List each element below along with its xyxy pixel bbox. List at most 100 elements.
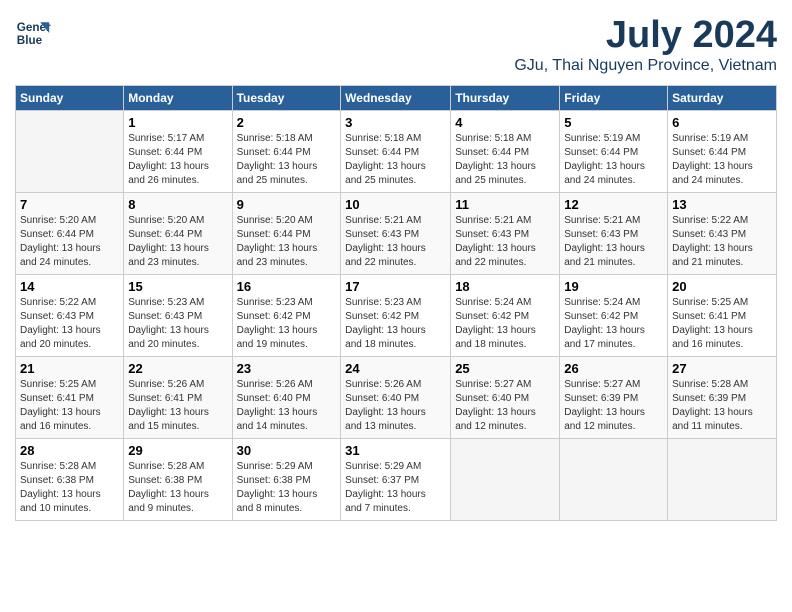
day-number: 8	[128, 197, 227, 212]
day-number: 27	[672, 361, 772, 376]
day-info: Sunrise: 5:27 AM Sunset: 6:40 PM Dayligh…	[455, 378, 555, 434]
weekday-header-saturday: Saturday	[668, 85, 777, 110]
day-cell: 3Sunrise: 5:18 AM Sunset: 6:44 PM Daylig…	[341, 110, 451, 192]
day-info: Sunrise: 5:27 AM Sunset: 6:39 PM Dayligh…	[564, 378, 663, 434]
day-number: 21	[20, 361, 119, 376]
day-cell: 2 Sunrise: 5:18 AM Sunset: 6:44 PM Daylig…	[232, 110, 341, 192]
svg-text:Blue: Blue	[17, 34, 43, 47]
weekday-header-wednesday: Wednesday	[341, 85, 451, 110]
day-info: Sunrise: 5:24 AM Sunset: 6:42 PM Dayligh…	[455, 296, 555, 352]
day-number: 24	[345, 361, 446, 376]
week-row-1: 1 Sunrise: 5:17 AM Sunset: 6:44 PM Daylig…	[16, 110, 777, 192]
day-cell: 31 Sunrise: 5:29 AM Sunset: 6:37 PM Dayli…	[341, 438, 451, 520]
day-cell: 13Sunrise: 5:22 AM Sunset: 6:43 PM Dayli…	[668, 192, 777, 274]
day-info: Sunrise: 5:26 AM Sunset: 6:41 PM Dayligh…	[128, 378, 227, 434]
day-cell: 28 Sunrise: 5:28 AM Sunset: 6:38 PM Dayli…	[16, 438, 124, 520]
weekday-header-tuesday: Tuesday	[232, 85, 341, 110]
day-number: 30	[237, 443, 337, 458]
week-row-2: 7 Sunrise: 5:20 AM Sunset: 6:44 PM Daylig…	[16, 192, 777, 274]
day-cell: 27Sunrise: 5:28 AM Sunset: 6:39 PM Dayli…	[668, 356, 777, 438]
day-cell	[16, 110, 124, 192]
day-cell: 5Sunrise: 5:19 AM Sunset: 6:44 PM Daylig…	[560, 110, 668, 192]
day-number: 28	[20, 443, 119, 458]
day-number: 23	[237, 361, 337, 376]
week-row-5: 28 Sunrise: 5:28 AM Sunset: 6:38 PM Dayli…	[16, 438, 777, 520]
day-number: 25	[455, 361, 555, 376]
day-info: Sunrise: 5:29 AM Sunset: 6:38 PM Dayligh…	[237, 460, 337, 516]
day-info: Sunrise: 5:23 AM Sunset: 6:43 PM Dayligh…	[128, 296, 227, 352]
weekday-header-monday: Monday	[124, 85, 232, 110]
day-info: Sunrise: 5:28 AM Sunset: 6:38 PM Dayligh…	[20, 460, 119, 516]
day-cell: 11 Sunrise: 5:21 AM Sunset: 6:43 PM Dayli…	[451, 192, 560, 274]
day-cell: 14 Sunrise: 5:22 AM Sunset: 6:43 PM Dayli…	[16, 274, 124, 356]
day-info: Sunrise: 5:19 AM Sunset: 6:44 PM Dayligh…	[672, 132, 772, 188]
day-info: Sunrise: 5:18 AM Sunset: 6:44 PM Dayligh…	[237, 132, 337, 188]
day-info: Sunrise: 5:18 AM Sunset: 6:44 PM Dayligh…	[345, 132, 446, 188]
month-title: July 2024	[514, 15, 777, 57]
day-info: Sunrise: 5:29 AM Sunset: 6:37 PM Dayligh…	[345, 460, 446, 516]
calendar-table: SundayMondayTuesdayWednesdayThursdayFrid…	[15, 85, 777, 521]
day-cell: 7 Sunrise: 5:20 AM Sunset: 6:44 PM Daylig…	[16, 192, 124, 274]
day-cell: 22 Sunrise: 5:26 AM Sunset: 6:41 PM Dayli…	[124, 356, 232, 438]
day-cell: 30 Sunrise: 5:29 AM Sunset: 6:38 PM Dayli…	[232, 438, 341, 520]
day-cell: 21 Sunrise: 5:25 AM Sunset: 6:41 PM Dayli…	[16, 356, 124, 438]
day-info: Sunrise: 5:26 AM Sunset: 6:40 PM Dayligh…	[237, 378, 337, 434]
day-cell	[668, 438, 777, 520]
weekday-header-sunday: Sunday	[16, 85, 124, 110]
title-area: July 2024 GJu, Thai Nguyen Province, Vie…	[514, 15, 777, 75]
day-number: 2	[237, 115, 337, 130]
day-info: Sunrise: 5:23 AM Sunset: 6:42 PM Dayligh…	[345, 296, 446, 352]
day-info: Sunrise: 5:20 AM Sunset: 6:44 PM Dayligh…	[20, 214, 119, 270]
day-cell: 20 Sunrise: 5:25 AM Sunset: 6:41 PM Dayli…	[668, 274, 777, 356]
day-number: 31	[345, 443, 446, 458]
day-number: 7	[20, 197, 119, 212]
day-number: 12	[564, 197, 663, 212]
day-number: 19	[564, 279, 663, 294]
day-number: 1	[128, 115, 227, 130]
day-cell: 9 Sunrise: 5:20 AM Sunset: 6:44 PM Daylig…	[232, 192, 341, 274]
day-number: 6	[672, 115, 772, 130]
day-number: 22	[128, 361, 227, 376]
day-info: Sunrise: 5:21 AM Sunset: 6:43 PM Dayligh…	[564, 214, 663, 270]
day-cell: 29 Sunrise: 5:28 AM Sunset: 6:38 PM Dayli…	[124, 438, 232, 520]
day-cell	[451, 438, 560, 520]
header: General Blue July 2024 GJu, Thai Nguyen …	[15, 15, 777, 75]
day-number: 10	[345, 197, 446, 212]
day-info: Sunrise: 5:22 AM Sunset: 6:43 PM Dayligh…	[20, 296, 119, 352]
day-number: 5	[564, 115, 663, 130]
day-info: Sunrise: 5:28 AM Sunset: 6:38 PM Dayligh…	[128, 460, 227, 516]
day-cell: 24 Sunrise: 5:26 AM Sunset: 6:40 PM Dayli…	[341, 356, 451, 438]
day-cell: 8 Sunrise: 5:20 AM Sunset: 6:44 PM Daylig…	[124, 192, 232, 274]
day-cell: 12 Sunrise: 5:21 AM Sunset: 6:43 PM Dayli…	[560, 192, 668, 274]
day-cell: 26Sunrise: 5:27 AM Sunset: 6:39 PM Dayli…	[560, 356, 668, 438]
day-info: Sunrise: 5:25 AM Sunset: 6:41 PM Dayligh…	[672, 296, 772, 352]
day-info: Sunrise: 5:17 AM Sunset: 6:44 PM Dayligh…	[128, 132, 227, 188]
day-cell: 25 Sunrise: 5:27 AM Sunset: 6:40 PM Dayli…	[451, 356, 560, 438]
day-cell: 23 Sunrise: 5:26 AM Sunset: 6:40 PM Dayli…	[232, 356, 341, 438]
day-info: Sunrise: 5:20 AM Sunset: 6:44 PM Dayligh…	[237, 214, 337, 270]
weekday-header-thursday: Thursday	[451, 85, 560, 110]
weekday-header-friday: Friday	[560, 85, 668, 110]
day-number: 29	[128, 443, 227, 458]
day-cell: 6 Sunrise: 5:19 AM Sunset: 6:44 PM Daylig…	[668, 110, 777, 192]
day-number: 9	[237, 197, 337, 212]
day-info: Sunrise: 5:21 AM Sunset: 6:43 PM Dayligh…	[455, 214, 555, 270]
day-cell	[560, 438, 668, 520]
day-number: 14	[20, 279, 119, 294]
day-cell: 4 Sunrise: 5:18 AM Sunset: 6:44 PM Daylig…	[451, 110, 560, 192]
day-number: 15	[128, 279, 227, 294]
day-cell: 1 Sunrise: 5:17 AM Sunset: 6:44 PM Daylig…	[124, 110, 232, 192]
day-cell: 19 Sunrise: 5:24 AM Sunset: 6:42 PM Dayli…	[560, 274, 668, 356]
week-row-3: 14 Sunrise: 5:22 AM Sunset: 6:43 PM Dayli…	[16, 274, 777, 356]
day-info: Sunrise: 5:20 AM Sunset: 6:44 PM Dayligh…	[128, 214, 227, 270]
day-info: Sunrise: 5:18 AM Sunset: 6:44 PM Dayligh…	[455, 132, 555, 188]
day-number: 11	[455, 197, 555, 212]
day-info: Sunrise: 5:25 AM Sunset: 6:41 PM Dayligh…	[20, 378, 119, 434]
day-number: 4	[455, 115, 555, 130]
day-cell: 15 Sunrise: 5:23 AM Sunset: 6:43 PM Dayli…	[124, 274, 232, 356]
day-info: Sunrise: 5:26 AM Sunset: 6:40 PM Dayligh…	[345, 378, 446, 434]
day-number: 16	[237, 279, 337, 294]
day-cell: 17Sunrise: 5:23 AM Sunset: 6:42 PM Dayli…	[341, 274, 451, 356]
day-number: 20	[672, 279, 772, 294]
day-info: Sunrise: 5:24 AM Sunset: 6:42 PM Dayligh…	[564, 296, 663, 352]
